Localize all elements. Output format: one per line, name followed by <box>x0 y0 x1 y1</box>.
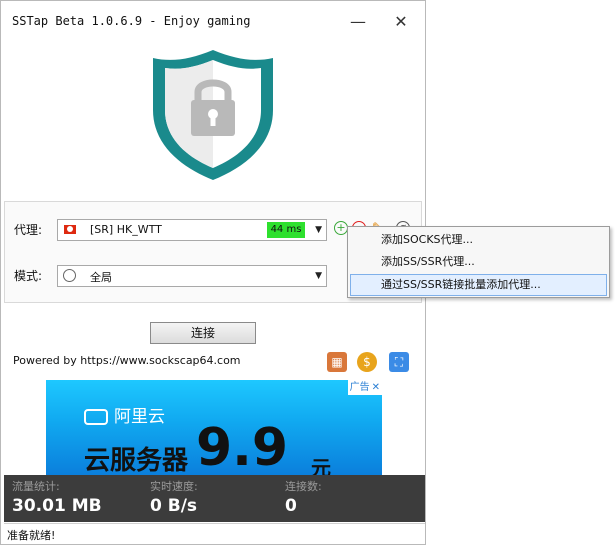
speed-label: 实时速度: <box>150 480 198 493</box>
powered-by-link[interactable]: Powered by https://www.sockscap64.com <box>13 354 241 367</box>
chevron-down-icon: ▼ <box>315 271 322 281</box>
mode-select[interactable]: 全局 ▼ <box>57 265 327 287</box>
close-button[interactable]: ✕ <box>379 7 423 37</box>
connections-value: 0 <box>285 496 297 516</box>
connections-label: 连接数: <box>285 480 322 493</box>
proxy-select[interactable]: [SR] HK_WTT 44 ms ▼ <box>57 219 327 241</box>
window-title: SSTap Beta 1.0.6.9 - Enjoy gaming <box>12 14 251 28</box>
proxy-label: 代理: <box>14 223 43 237</box>
ad-tag-label: 广告 <box>349 382 370 393</box>
menu-item-add-socks[interactable]: 添加SOCKS代理... <box>350 229 607 251</box>
ad-headline: 云服务器 <box>84 446 189 475</box>
aliyun-logo-icon <box>84 409 108 425</box>
hong-kong-flag-icon <box>64 225 76 234</box>
add-proxy-icon[interactable]: + <box>334 221 348 235</box>
stats-bar: 流量统计: 30.01 MB 实时速度: 0 B/s 连接数: 0 <box>4 475 425 522</box>
fullscreen-icon[interactable]: ⛶ <box>389 352 409 372</box>
shield-lock-icon <box>153 50 273 180</box>
ad-tag: 广告 ✕ <box>347 380 382 395</box>
ad-price: 9.9 <box>196 418 289 475</box>
ad-brand: 阿里云 <box>84 402 165 427</box>
connect-button[interactable]: 连接 <box>150 322 256 344</box>
ad-close-icon[interactable]: ✕ <box>372 382 380 393</box>
ad-banner[interactable]: 广告 ✕ 阿里云 云服务器 9.9 元 <box>46 380 382 475</box>
globe-icon <box>63 269 76 282</box>
proxy-selected-value: [SR] HK_WTT <box>90 223 162 236</box>
mode-label: 模式: <box>14 269 43 283</box>
traffic-value: 30.01 MB <box>12 496 102 516</box>
menu-item-batch-add-links[interactable]: 通过SS/SSR链接批量添加代理... <box>350 274 607 296</box>
speed-value: 0 B/s <box>150 496 198 516</box>
title-bar[interactable]: SSTap Beta 1.0.6.9 - Enjoy gaming — ✕ <box>1 1 425 41</box>
status-bar: 准备就绪! <box>4 523 425 544</box>
mode-selected-value: 全局 <box>90 271 112 284</box>
ad-brand-name: 阿里云 <box>114 407 165 427</box>
traffic-label: 流量统计: <box>12 480 60 493</box>
add-proxy-context-menu: 添加SOCKS代理... 添加SS/SSR代理... 通过SS/SSR链接批量添… <box>347 226 610 298</box>
latency-badge: 44 ms <box>267 222 305 238</box>
chevron-down-icon: ▼ <box>315 225 322 235</box>
status-text: 准备就绪! <box>7 529 56 542</box>
apps-grid-icon[interactable]: ▦ <box>327 352 347 372</box>
ad-price-unit: 元 <box>311 456 331 475</box>
donate-coin-icon[interactable]: $ <box>357 352 377 372</box>
menu-item-add-ss-ssr[interactable]: 添加SS/SSR代理... <box>350 251 607 273</box>
minimize-button[interactable]: — <box>336 7 380 37</box>
